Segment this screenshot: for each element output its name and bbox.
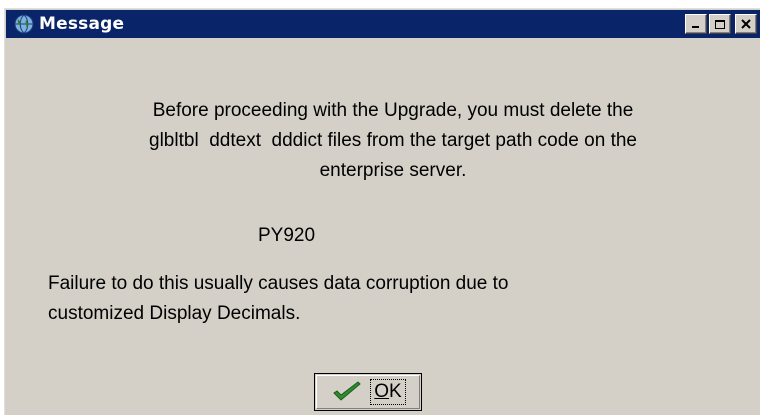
close-button[interactable] [735,14,757,34]
ok-mnemonic: O [374,381,390,402]
message-line-3: enterprise server. [319,160,467,181]
message-line-2: glbltbl ddtext dddict files from the tar… [149,130,637,151]
warning-line-2: customized Display Decimals. [48,303,301,324]
minimize-icon [692,26,699,28]
maximize-button[interactable] [709,14,731,34]
window-title: Message [39,14,125,34]
message-line-1: Before proceeding with the Upgrade, you … [152,100,634,121]
ok-label-rest: K [389,381,402,402]
maximize-icon [715,19,725,29]
message-dialog: Message Before proceeding with the Upgra… [4,8,760,415]
ok-button[interactable]: OK [314,373,422,411]
title-bar[interactable]: Message [6,10,760,38]
close-icon [740,19,751,29]
globe-icon [14,14,34,34]
ok-button-label: OK [370,379,406,405]
checkmark-icon [333,381,362,401]
warning-line-1: Failure to do this usually causes data c… [48,273,509,294]
path-code-label: PY920 [258,225,316,246]
minimize-button[interactable] [685,14,707,34]
